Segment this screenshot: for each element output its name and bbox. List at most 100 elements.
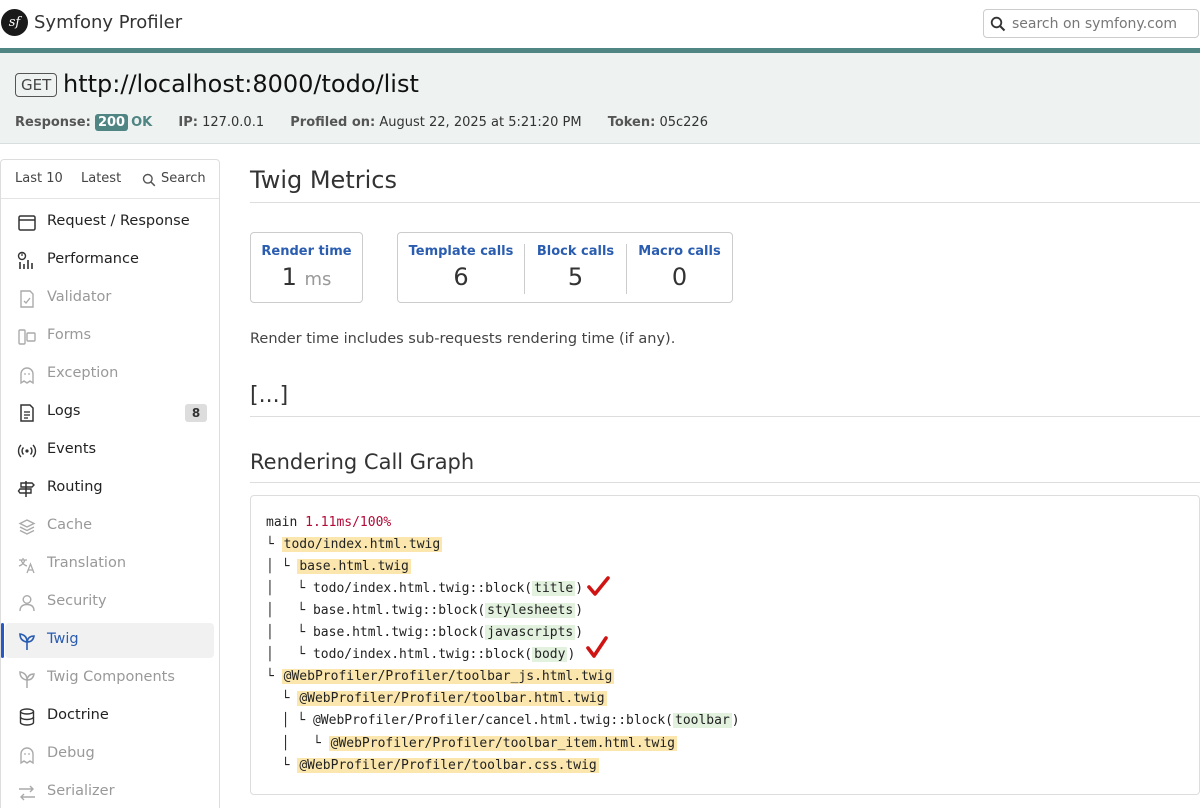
sidebar-item-label: Validator	[47, 289, 112, 305]
twig-components-icon	[19, 671, 35, 688]
sidebar-item-doctrine[interactable]: Doctrine	[5, 699, 214, 734]
graph-line: └ @WebProfiler/Profiler/toolbar.html.twi…	[266, 691, 607, 706]
response-status: Response: 200 OK	[15, 114, 156, 131]
graph-line: │ └ base.html.twig::block(javascripts)	[266, 625, 584, 640]
app-title[interactable]: Symfony Profiler	[34, 12, 182, 33]
metric-value: 6	[453, 263, 469, 291]
sidebar-item-twig[interactable]: Twig	[1, 623, 214, 658]
cache-icon	[18, 519, 36, 535]
panel-sidebar: Last 10 Latest Search Request / Response…	[0, 159, 220, 808]
token-label: Token:	[607, 115, 656, 130]
graph-line: │ └ base.html.twig	[266, 559, 411, 574]
block-call: todo/index.html.twig::block(	[312, 581, 533, 596]
sidebar-item-serializer[interactable]: Serializer	[5, 775, 214, 808]
sidebar-item-label: Translation	[47, 555, 127, 571]
sidebar-item-validator[interactable]: Validator	[5, 281, 214, 316]
block-call: base.html.twig::block(	[312, 603, 486, 618]
tab-search[interactable]: Search	[161, 171, 206, 186]
graph-root: main	[266, 515, 298, 530]
sidebar-item-twig-components[interactable]: Twig Components	[5, 661, 214, 696]
request-meta: Response: 200 OK IP: 127.0.0.1 Profiled o…	[15, 114, 730, 131]
graph-line: └ @WebProfiler/Profiler/toolbar.css.twig	[266, 758, 599, 773]
checkmark-icon	[586, 636, 608, 658]
metric-label: Macro calls	[638, 244, 721, 259]
block-name: toolbar	[673, 713, 732, 728]
top-header: sf Symfony Profiler	[0, 0, 1200, 48]
block-name: javascripts	[485, 625, 576, 640]
sidebar-item-security[interactable]: Security	[5, 585, 214, 620]
section-divider	[250, 416, 1200, 417]
symfony-logo[interactable]: sf	[1, 9, 28, 36]
sidebar-item-label: Forms	[47, 327, 92, 343]
template-calls: Template calls 6	[398, 233, 524, 304]
template-name: @WebProfiler/Profiler/toolbar.css.twig	[297, 758, 599, 773]
tab-last-10[interactable]: Last 10	[15, 171, 63, 186]
template-name: base.html.twig	[297, 559, 411, 574]
graph-line: └ @WebProfiler/Profiler/toolbar_js.html.…	[266, 669, 615, 684]
render-time-value: 1	[281, 263, 297, 291]
sidebar-item-label: Logs	[47, 403, 81, 419]
sidebar-item-translation[interactable]: Translation	[5, 547, 214, 582]
calls-metrics: Template calls 6 Block calls 5 Macro cal…	[397, 232, 733, 303]
metric-label: Render time	[261, 244, 352, 259]
debug-icon	[20, 747, 34, 765]
token-info: Token: 05c226	[608, 115, 708, 130]
search-input[interactable]	[1012, 13, 1192, 34]
metric-label: Block calls	[536, 244, 615, 259]
section-divider	[250, 482, 1200, 483]
render-time-unit: ms	[304, 269, 332, 290]
sidebar-item-performance[interactable]: Performance	[5, 243, 214, 278]
macro-calls: Macro calls 0	[627, 233, 732, 304]
sidebar-item-cache[interactable]: Cache	[5, 509, 214, 544]
request-url[interactable]: http://localhost:8000/todo/list	[63, 70, 419, 98]
graph-line: │ └ todo/index.html.twig::block(body)	[266, 647, 576, 662]
block-close: )	[731, 713, 740, 728]
sidebar-item-request-response[interactable]: Request / Response	[5, 205, 214, 240]
status-code-badge: 200	[94, 114, 129, 131]
status-text: OK	[131, 115, 153, 130]
ellipsis-heading: [...]	[250, 383, 289, 408]
metric-value: 1 ms	[251, 263, 362, 291]
sidebar-item-label: Exception	[47, 365, 119, 381]
call-graph: main 1.11ms/100% └ todo/index.html.twig …	[250, 495, 1200, 795]
call-graph-title: Rendering Call Graph	[250, 450, 475, 474]
exception-icon	[20, 367, 34, 385]
block-name: stylesheets	[485, 603, 576, 618]
ip-label: IP:	[178, 115, 198, 130]
sidebar-item-label: Request / Response	[47, 213, 190, 229]
sidebar-item-logs[interactable]: Logs 8	[5, 395, 214, 430]
block-close: )	[575, 581, 584, 596]
sidebar-item-label: Debug	[47, 745, 95, 761]
sidebar-item-label: Cache	[47, 517, 93, 533]
routing-icon	[17, 481, 35, 497]
graph-line: └ todo/index.html.twig	[266, 537, 443, 552]
response-label: Response:	[15, 115, 91, 130]
user-icon	[19, 595, 35, 612]
graph-line: │ └ todo/index.html.twig::block(title)	[266, 581, 584, 596]
sidebar-item-debug[interactable]: Debug	[5, 737, 214, 772]
ip-info: IP: 127.0.0.1	[178, 115, 268, 130]
sidebar-item-routing[interactable]: Routing	[5, 471, 214, 506]
profiled-info: Profiled on: August 22, 2025 at 5:21:20 …	[290, 115, 585, 130]
render-time-note: Render time includes sub-requests render…	[250, 331, 676, 347]
symfony-search-box[interactable]	[983, 9, 1199, 38]
graph-line: │ └ @WebProfiler/Profiler/toolbar_item.h…	[266, 736, 677, 751]
sidebar-item-forms[interactable]: Forms	[5, 319, 214, 354]
graph-root-time: 1.11ms/100%	[305, 515, 392, 530]
tab-latest[interactable]: Latest	[81, 171, 121, 186]
sidebar-item-events[interactable]: Events	[5, 433, 214, 468]
search-icon	[990, 16, 1006, 32]
graph-line: │ └ @WebProfiler/Profiler/cancel.html.tw…	[266, 713, 740, 728]
sidebar-tabs: Last 10 Latest Search	[1, 160, 219, 199]
sidebar-item-exception[interactable]: Exception	[5, 357, 214, 392]
graph-line: │ └ base.html.twig::block(stylesheets)	[266, 603, 584, 618]
template-name: @WebProfiler/Profiler/toolbar_item.html.…	[328, 736, 677, 751]
request-summary: GET http://localhost:8000/todo/list Resp…	[0, 48, 1200, 144]
render-time: Render time 1 ms	[251, 233, 362, 304]
checkmark-icon	[587, 576, 610, 596]
token-value[interactable]: 05c226	[659, 115, 708, 130]
block-name: body	[532, 647, 568, 662]
logs-count-badge: 8	[185, 404, 207, 422]
metric-value: 0	[671, 263, 688, 291]
block-close: )	[567, 647, 576, 662]
